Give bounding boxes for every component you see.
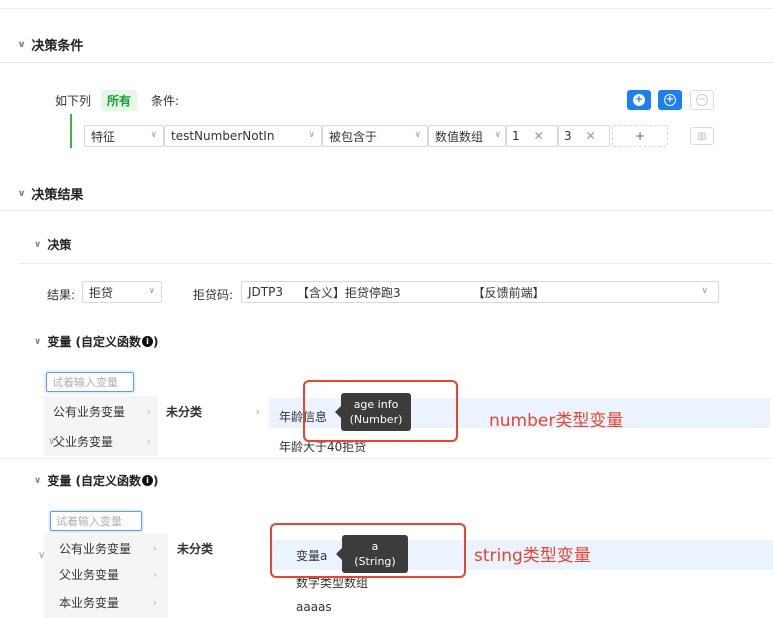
remove-condition-button[interactable]: −: [690, 90, 714, 110]
plus-circle-outline-icon: +: [664, 94, 676, 106]
subsection-title: 变量 (自定义函数: [47, 474, 141, 488]
reject-code-feedback: 【反馈前端】: [472, 285, 545, 300]
cascader-option-label: 父业务变量: [59, 568, 120, 582]
search-placeholder: 试着输入变量: [52, 376, 118, 389]
section-title: 决策条件: [31, 39, 84, 54]
result-value: 拒贷: [89, 285, 114, 300]
add-condition-button[interactable]: +: [627, 90, 651, 110]
add-value-button[interactable]: +: [612, 125, 668, 147]
cascader-option[interactable]: 公有业务变量 ›: [59, 540, 163, 557]
cascader-option-label: 本业务变量: [59, 596, 120, 610]
highlight-box: [270, 523, 466, 578]
info-icon: i: [141, 475, 153, 486]
value-chip-text: 3: [564, 129, 572, 143]
chevron-down-icon: ∨: [414, 130, 421, 140]
divider: [20, 263, 773, 264]
cascader-option-label: 公有业务变量: [53, 405, 126, 419]
cascader-option[interactable]: 父业务变量 ›: [59, 566, 163, 583]
condition-suffix: 条件:: [151, 94, 180, 108]
chevron-right-icon: ›: [255, 405, 260, 418]
chevron-right-icon: ›: [146, 435, 151, 448]
field-name-select[interactable]: testNumberNotIn ∨: [164, 125, 322, 147]
field-name-value: testNumberNotIn: [171, 129, 275, 143]
subsection-variable[interactable]: ∨ 变量 (自定义函数 i ): [34, 333, 158, 350]
cascader-option[interactable]: 未分类 ›: [166, 403, 266, 420]
chevron-down-icon: ∨: [308, 130, 315, 140]
cascader-option[interactable]: 父业务变量 ›: [53, 433, 157, 450]
chevron-down-icon: ∨: [17, 188, 27, 199]
value-chip[interactable]: 1 ✕: [506, 125, 558, 147]
cascader-option-label: 公有业务变量: [59, 542, 132, 556]
chevron-down-icon: ∨: [150, 130, 157, 140]
paren-close: ): [152, 334, 159, 349]
subsection-title: 决策: [47, 238, 72, 252]
value-type-select[interactable]: 数值数组 ∨: [428, 125, 506, 147]
cascader-option-label: 未分类: [177, 542, 214, 556]
cascader-option-label: 父业务变量: [53, 435, 114, 449]
chevron-right-icon: ›: [152, 568, 157, 581]
operator-select[interactable]: 被包含于 ∨: [322, 125, 428, 147]
condition-mode-tag[interactable]: 所有: [101, 90, 138, 111]
chevron-down-icon: ∨: [34, 239, 42, 250]
chevron-down-icon: ∨: [17, 39, 27, 50]
chevron-down-icon: ∨: [494, 130, 501, 140]
highlight-box: [303, 380, 458, 442]
field-type-value: 特征: [91, 129, 116, 144]
section-decision-condition[interactable]: ∨ 决策条件: [17, 35, 84, 54]
value-chip[interactable]: 3 ✕: [558, 125, 610, 147]
subsection-decision[interactable]: ∨ 决策: [34, 236, 71, 253]
divider: [0, 210, 773, 211]
cascader-option[interactable]: aaaas: [296, 600, 332, 614]
chevron-down-icon: ∨: [38, 550, 46, 561]
cascader-option-label: 未分类: [166, 405, 203, 419]
search-placeholder: 试着输入变量: [56, 515, 122, 528]
chevron-right-icon: ›: [146, 405, 151, 418]
divider: [0, 458, 773, 459]
section-decision-result[interactable]: ∨ 决策结果: [17, 184, 84, 203]
cascader-option-label: aaaas: [296, 600, 332, 614]
reject-code-label: 拒贷码:: [193, 288, 234, 302]
cascader-option[interactable]: 本业务变量 ›: [59, 594, 163, 611]
reject-code-select[interactable]: JDTP3 【含义】拒贷停跑3 【反馈前端】 ∨: [241, 281, 719, 303]
plus-circle-icon: +: [633, 94, 645, 106]
plus-icon: +: [634, 129, 646, 143]
value-type-value: 数值数组: [435, 129, 484, 144]
chevron-down-icon: ∨: [34, 475, 42, 486]
cascader-option[interactable]: 公有业务变量 ›: [53, 403, 157, 420]
variable-search-input[interactable]: 试着输入变量: [50, 511, 142, 531]
operator-value: 被包含于: [329, 129, 378, 144]
section-title: 决策结果: [31, 188, 84, 203]
reject-code-value: JDTP3: [248, 285, 283, 299]
variable-search-input[interactable]: 试着输入变量: [46, 372, 134, 392]
subsection-title: 变量 (自定义函数: [47, 335, 141, 349]
annotation-label: string类型变量: [474, 546, 591, 566]
condition-bar: [70, 114, 72, 148]
paren-close: ): [152, 473, 159, 488]
reject-code-meaning: 【含义】拒贷停跑3: [296, 285, 401, 300]
close-icon[interactable]: ✕: [534, 129, 544, 143]
chevron-down-icon: ∨: [34, 336, 42, 347]
close-icon[interactable]: ✕: [586, 129, 596, 143]
chevron-right-icon: ›: [152, 542, 157, 555]
trash-icon[interactable]: ▥: [690, 127, 714, 145]
result-label: 结果:: [47, 288, 76, 302]
chevron-down-icon: ∨: [701, 286, 708, 296]
subsection-variable[interactable]: ∨ 变量 (自定义函数 i ): [34, 472, 158, 489]
cascader-option[interactable]: 未分类: [177, 540, 213, 557]
divider: [0, 8, 773, 9]
condition-prefix: 如下列: [55, 94, 92, 108]
info-icon: i: [141, 336, 153, 347]
chevron-right-icon: ›: [152, 596, 157, 609]
minus-circle-icon: −: [696, 94, 708, 106]
annotation-label: number类型变量: [489, 411, 624, 431]
field-type-select[interactable]: 特征 ∨: [84, 125, 164, 147]
divider: [0, 62, 773, 63]
add-group-button[interactable]: +: [658, 90, 682, 110]
result-select[interactable]: 拒贷 ∨: [82, 281, 162, 303]
value-chip-text: 1: [512, 129, 520, 143]
chevron-down-icon: ∨: [148, 286, 155, 296]
